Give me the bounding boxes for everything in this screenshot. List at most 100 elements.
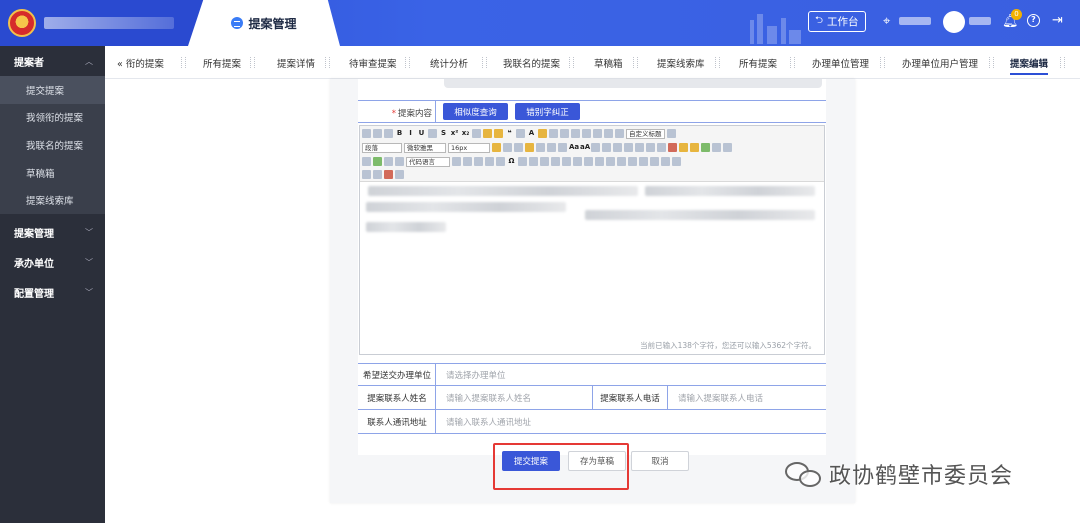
split-rows-icon[interactable] (650, 157, 659, 166)
date-icon[interactable] (485, 157, 494, 166)
unit-select[interactable]: 请选择办理单位 (446, 369, 506, 381)
tab-all-proposals-2[interactable]: 所有提案 (739, 46, 777, 79)
subscript-icon[interactable]: x₂ (461, 129, 470, 138)
split-cols-icon[interactable] (661, 157, 670, 166)
logout-icon[interactable]: ⇥ (1052, 13, 1063, 28)
insert-code-icon[interactable] (384, 157, 393, 166)
unlink-icon[interactable] (602, 143, 611, 152)
font-family-select[interactable]: 微软雅黑 (404, 142, 446, 153)
sidebar-item-submit-proposal[interactable]: 提交提案 (0, 76, 105, 104)
highlight-color-icon[interactable] (538, 129, 547, 138)
insert-row-icon[interactable] (562, 157, 571, 166)
insert-video-icon[interactable] (712, 143, 721, 152)
emotion-icon[interactable] (690, 143, 699, 152)
insert-image-icon[interactable] (679, 143, 688, 152)
time-icon[interactable] (496, 157, 505, 166)
sidebar-group-proposer[interactable]: 提案者 ︿ (0, 46, 105, 76)
undo-icon[interactable] (373, 129, 382, 138)
logo-area[interactable] (0, 0, 205, 46)
tab-drag-handle[interactable] (633, 57, 638, 68)
sidebar-item-led-proposals[interactable]: 我领衔的提案 (0, 104, 105, 132)
uppercase-icon[interactable]: Aa (569, 143, 579, 152)
bold-icon[interactable]: B (395, 129, 404, 138)
font-color-icon[interactable]: A (527, 129, 536, 138)
lowercase-icon[interactable]: aA (580, 143, 590, 152)
tab-joint-proposals[interactable]: 我联名的提案 (503, 46, 560, 79)
cancel-button[interactable]: 取消 (631, 451, 689, 471)
tab-proposal-detail[interactable]: 提案详情 (277, 46, 315, 79)
insert-paragraph-icon[interactable] (551, 157, 560, 166)
link-icon[interactable] (591, 143, 600, 152)
sidebar-item-drafts[interactable]: 草稿箱 (0, 159, 105, 187)
merge-down-icon[interactable] (628, 157, 637, 166)
horizontal-rule-icon[interactable] (474, 157, 483, 166)
font-size-select[interactable]: 16px (448, 142, 490, 153)
tab-statistics[interactable]: 统计分析 (430, 46, 468, 79)
clear-doc-icon[interactable] (582, 129, 591, 138)
sidebar-item-clue-library[interactable]: 提案线索库 (0, 186, 105, 214)
simple-upload-icon[interactable] (668, 143, 677, 152)
delete-table-icon[interactable] (540, 157, 549, 166)
image-right-icon[interactable] (646, 143, 655, 152)
tab-drag-handle[interactable] (569, 57, 574, 68)
contact-phone-input[interactable]: 请输入提案联系人电话 (678, 392, 763, 404)
split-cells-icon[interactable] (639, 157, 648, 166)
sidebar-group-undertaking-unit[interactable]: 承办单位 ﹀ (0, 248, 105, 278)
sidebar-group-config[interactable]: 配置管理 ﹀ (0, 278, 105, 308)
format-painter-icon[interactable] (483, 129, 492, 138)
tab-drag-handle[interactable] (181, 57, 186, 68)
print-icon[interactable] (672, 157, 681, 166)
insert-col-icon[interactable] (584, 157, 593, 166)
direction-ltr-icon[interactable] (492, 143, 501, 152)
code-language-select[interactable]: 代码语言 (406, 156, 450, 167)
superscript-icon[interactable]: x² (450, 129, 459, 138)
border-icon[interactable] (428, 129, 437, 138)
tab-drag-handle[interactable] (482, 57, 487, 68)
tab-drag-handle[interactable] (989, 57, 994, 68)
search-replace-icon[interactable] (373, 170, 382, 179)
tab-clue-library[interactable]: 提案线索库 (657, 46, 705, 79)
workbench-button[interactable]: ⮌ 工作台 (808, 11, 866, 32)
contact-name-input[interactable]: 请输入提案联系人姓名 (446, 392, 531, 404)
preview-icon[interactable] (362, 170, 371, 179)
quote-icon[interactable]: ❝ (505, 129, 514, 138)
html-source-icon[interactable] (362, 129, 371, 138)
tab-drafts[interactable]: 草稿箱 (594, 46, 623, 79)
italic-icon[interactable]: I (406, 129, 415, 138)
sidebar-group-proposal-management[interactable]: 提案管理 ﹀ (0, 218, 105, 248)
special-chars-icon[interactable]: Ω (507, 157, 516, 166)
delete-col-icon[interactable] (595, 157, 604, 166)
pure-text-icon[interactable] (516, 129, 525, 138)
tab-drag-handle[interactable] (250, 57, 255, 68)
tab-drag-handle[interactable] (790, 57, 795, 68)
tab-unit-management[interactable]: 办理单位管理 (812, 46, 869, 79)
background-icon[interactable] (463, 157, 472, 166)
align-right-icon[interactable] (547, 143, 556, 152)
align-center-icon[interactable] (536, 143, 545, 152)
fullscreen-icon[interactable] (666, 129, 676, 138)
image-left-icon[interactable] (635, 143, 644, 152)
paragraph-select[interactable]: 段落 (362, 142, 402, 153)
indent-icon[interactable] (514, 143, 523, 152)
insert-frame-icon[interactable] (373, 157, 382, 166)
underline-icon[interactable]: U (417, 129, 426, 138)
select-all-icon[interactable] (571, 129, 580, 138)
insert-table-icon[interactable] (529, 157, 538, 166)
drafts-icon[interactable] (384, 170, 393, 179)
anchor-icon[interactable] (613, 143, 622, 152)
avatar[interactable] (943, 11, 965, 33)
tab-drag-handle[interactable] (715, 57, 720, 68)
row-spacing-bottom-icon[interactable] (604, 129, 613, 138)
tab-all-proposals[interactable]: 所有提案 (203, 46, 241, 79)
tab-drag-handle[interactable] (880, 57, 885, 68)
typo-correction-button[interactable]: 错别字纠正 (515, 103, 580, 120)
delete-row-icon[interactable] (573, 157, 582, 166)
direction-rtl-icon[interactable] (503, 143, 512, 152)
line-height-icon[interactable] (615, 129, 624, 138)
page-break-icon[interactable] (395, 157, 404, 166)
scrawl-icon[interactable] (701, 143, 710, 152)
merge-cells-icon[interactable] (606, 157, 615, 166)
auto-format-icon[interactable] (494, 129, 503, 138)
ordered-list-icon[interactable] (549, 129, 558, 138)
address-input[interactable]: 请输入联系人通讯地址 (446, 416, 531, 428)
